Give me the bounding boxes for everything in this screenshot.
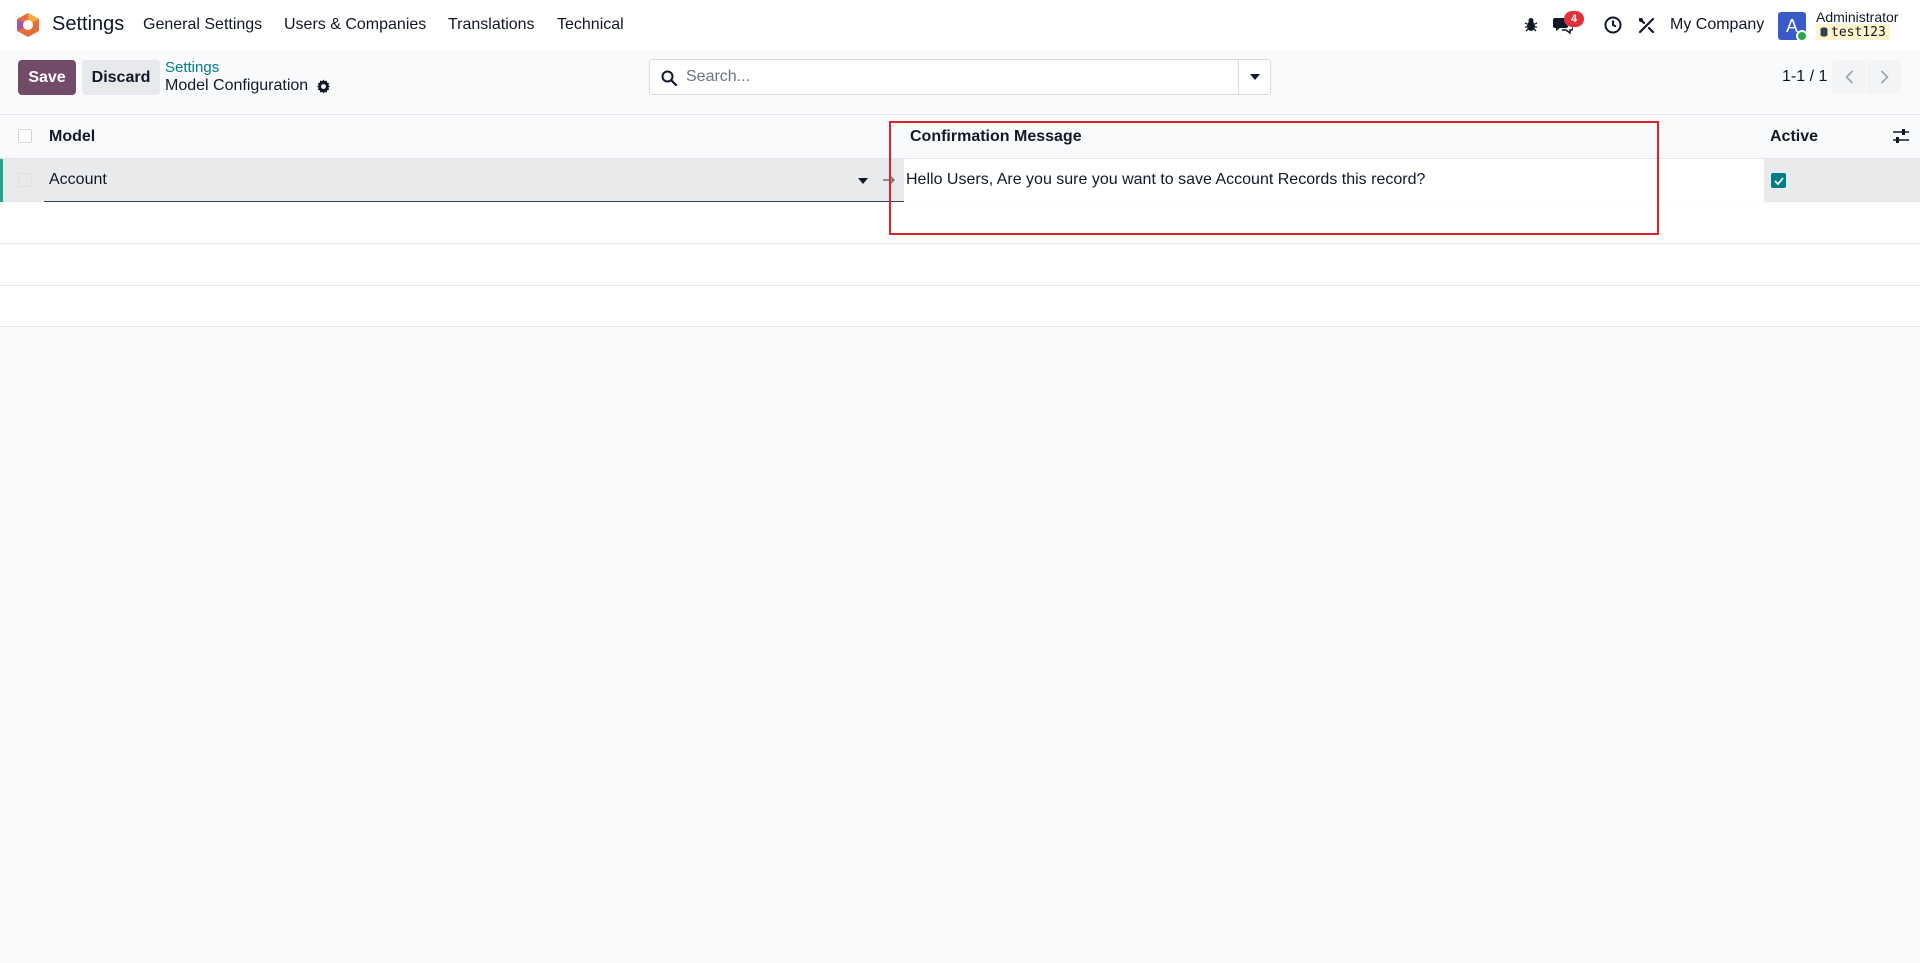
gear-icon[interactable]: [316, 79, 331, 94]
database-name-text: test123: [1831, 24, 1886, 40]
active-checkbox[interactable]: [1771, 173, 1786, 188]
chevron-left-icon: [1844, 70, 1853, 84]
messages-count-badge: 4: [1564, 11, 1584, 27]
column-header-active[interactable]: Active: [1770, 128, 1818, 146]
column-header-confirmation-message[interactable]: Confirmation Message: [910, 128, 1082, 146]
model-field[interactable]: Account: [44, 159, 904, 202]
row-edit-indicator: [0, 159, 3, 202]
checkmark-icon: [1773, 176, 1784, 185]
database-name: test123: [1816, 24, 1890, 40]
search-icon: [661, 70, 677, 86]
tools-wrench-icon[interactable]: [1636, 15, 1656, 35]
select-all-checkbox[interactable]: [18, 129, 32, 143]
company-switcher[interactable]: My Company: [1670, 16, 1764, 34]
breadcrumb-settings[interactable]: Settings: [165, 59, 219, 76]
search-input[interactable]: [686, 66, 1226, 88]
menu-users-companies[interactable]: Users & Companies: [284, 16, 426, 34]
database-icon: [1820, 27, 1828, 37]
discard-button[interactable]: Discard: [82, 60, 160, 95]
empty-list-row: [0, 286, 1920, 327]
top-navbar: Settings General Settings Users & Compan…: [0, 0, 1920, 50]
menu-translations[interactable]: Translations: [448, 16, 535, 34]
menu-general-settings[interactable]: General Settings: [143, 16, 262, 34]
app-name[interactable]: Settings: [52, 13, 124, 36]
empty-list-row: [0, 245, 1920, 286]
confirmation-message-input[interactable]: [906, 166, 1756, 194]
chevron-right-icon: [1880, 70, 1889, 84]
activity-clock-icon[interactable]: [1603, 15, 1623, 35]
pager-previous-button[interactable]: [1832, 60, 1866, 94]
debug-bug-icon[interactable]: [1521, 15, 1541, 35]
search-bar: [649, 59, 1271, 95]
internal-link-arrow-icon[interactable]: [882, 173, 896, 187]
caret-down-icon[interactable]: [858, 178, 868, 184]
list-header: Model Confirmation Message Active: [0, 114, 1920, 159]
pager-value[interactable]: 1-1 / 1: [1782, 68, 1827, 86]
pager-next-button[interactable]: [1867, 60, 1901, 94]
caret-down-icon: [1249, 74, 1260, 80]
model-value[interactable]: Account: [49, 171, 107, 189]
user-name[interactable]: Administrator: [1816, 9, 1898, 25]
app-logo-icon[interactable]: [15, 12, 41, 38]
menu-technical[interactable]: Technical: [557, 16, 624, 34]
save-button[interactable]: Save: [18, 60, 76, 95]
search-options-toggle[interactable]: [1238, 60, 1270, 94]
empty-list-row: [0, 203, 1920, 244]
row-select-checkbox[interactable]: [18, 173, 32, 187]
online-status-dot: [1796, 30, 1808, 42]
optional-columns-sliders-icon[interactable]: [1892, 128, 1910, 144]
breadcrumb-current: Model Configuration: [165, 77, 309, 94]
table-row[interactable]: Account: [0, 159, 1920, 202]
column-header-model[interactable]: Model: [49, 128, 95, 146]
